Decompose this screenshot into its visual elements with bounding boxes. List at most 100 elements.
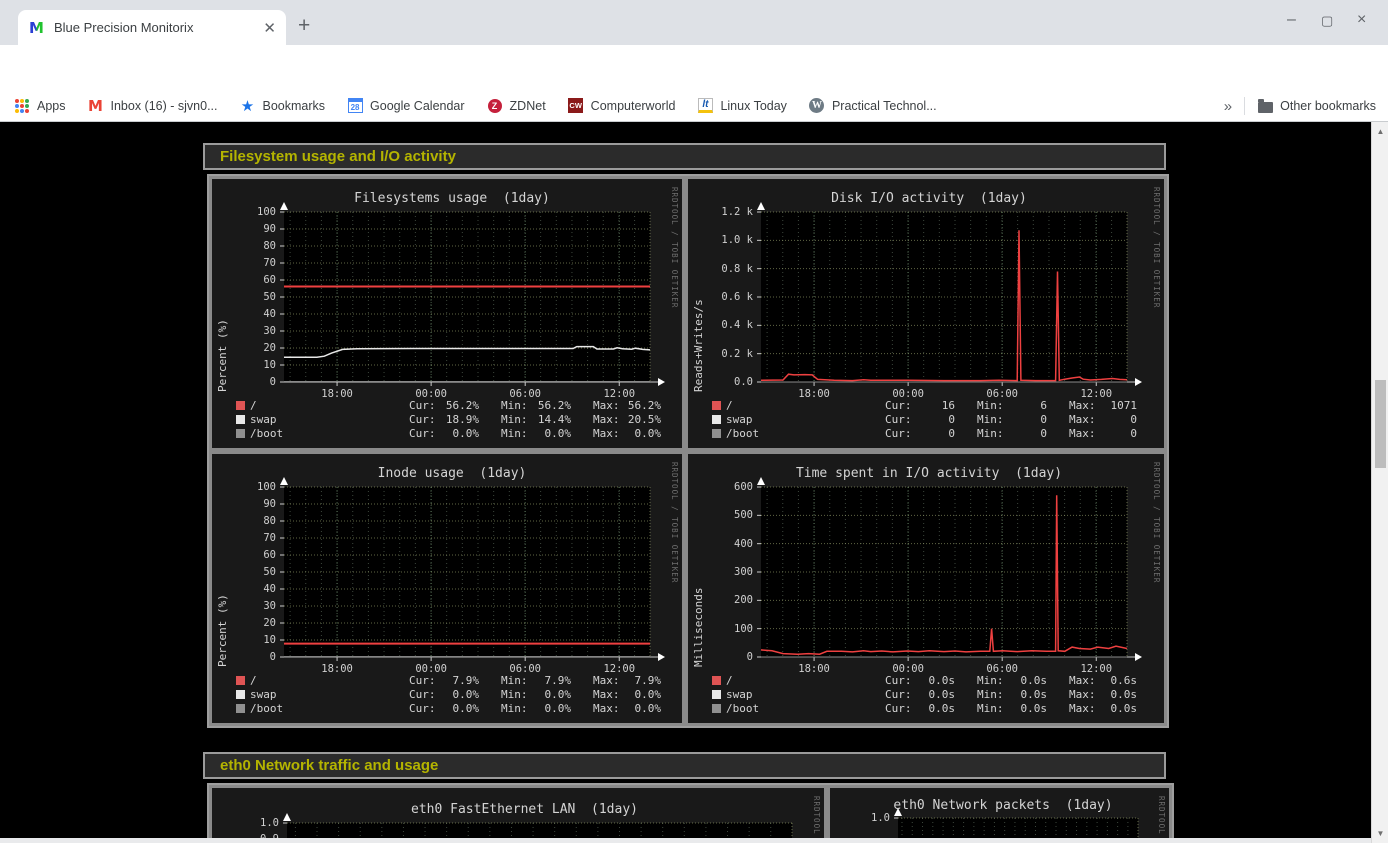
legend-swatch	[236, 429, 245, 438]
legend-name: swap	[250, 413, 277, 426]
tab-close-icon[interactable]: ✕	[263, 19, 276, 37]
y-tick-label: 0.2 k	[703, 348, 753, 360]
legend-max-value: 0.0s	[1081, 702, 1137, 715]
bookmark-zdnet[interactable]: Z ZDNet	[487, 98, 546, 114]
window-maximize-button[interactable]: ▢	[1321, 13, 1333, 29]
y-tick-label: 70	[226, 257, 276, 269]
y-tick-label: 20	[226, 342, 276, 354]
y-tick-label: 600	[703, 481, 753, 493]
y-tick-label: 90	[226, 223, 276, 235]
new-tab-button[interactable]: +	[298, 14, 310, 38]
scrollbar-thumb[interactable]	[1375, 380, 1386, 468]
x-tick-label: 18:00	[788, 663, 840, 675]
bookmark-label: Computerworld	[591, 99, 676, 113]
legend-max-value: 0.0s	[1081, 688, 1137, 701]
legend-cur-value: 0.0%	[421, 702, 479, 715]
legend-swatch	[236, 415, 245, 424]
bookmark-google-calendar[interactable]: 28 Google Calendar	[347, 98, 465, 114]
graph-eth0-lan[interactable]: eth0 FastEthernet LAN (1day)1.00.9RRDTOO…	[212, 788, 824, 843]
y-tick-label: 40	[226, 308, 276, 320]
bookmarks-overflow-chevron[interactable]: »	[1224, 98, 1232, 115]
legend-name: swap	[726, 688, 753, 701]
window-close-button[interactable]: ×	[1357, 11, 1366, 29]
graph-disk-io-activity[interactable]: Disk I/O activity (1day)Reads+Writes/s0.…	[688, 179, 1164, 448]
browser-tab[interactable]: M Blue Precision Monitorix ✕	[18, 10, 286, 45]
legend-min-value: 14.4%	[513, 413, 571, 426]
legend-cur-value: 0.0s	[897, 688, 955, 701]
legend-swatch	[236, 704, 245, 713]
x-tick-label: 18:00	[311, 663, 363, 675]
section-header-network: eth0 Network traffic and usage	[203, 752, 1166, 779]
graph-title: eth0 FastEthernet LAN (1day)	[227, 802, 822, 817]
y-tick-label: 30	[226, 600, 276, 612]
legend-cur-value: 7.9%	[421, 674, 479, 687]
legend-name: /boot	[726, 427, 759, 440]
other-bookmarks[interactable]: Other bookmarks	[1257, 98, 1376, 114]
bookmarks-divider	[1244, 97, 1245, 115]
legend-swatch	[236, 401, 245, 410]
y-tick-label: 80	[226, 240, 276, 252]
legend-name: /	[726, 674, 733, 687]
legend-swatch	[236, 676, 245, 685]
y-tick-label: 90	[226, 498, 276, 510]
y-axis-label: Milliseconds	[692, 497, 705, 667]
y-tick-label: 100	[703, 623, 753, 635]
y-tick-label: 300	[703, 566, 753, 578]
bookmark-label: Other bookmarks	[1280, 99, 1376, 113]
tab-title: Blue Precision Monitorix	[54, 20, 255, 35]
legend-min-value: 0.0%	[513, 688, 571, 701]
y-tick-label: 70	[226, 532, 276, 544]
bookmark-linux-today[interactable]: lt Linux Today	[697, 98, 787, 114]
rrdtool-watermark: RRDTOOL / TOBI OETIKER	[670, 462, 679, 583]
legend-name: /boot	[250, 427, 283, 440]
x-tick-label: 18:00	[311, 388, 363, 400]
y-tick-label: 1.2 k	[703, 206, 753, 218]
svg-text:M: M	[29, 19, 44, 36]
computerworld-icon: CW	[568, 98, 584, 114]
legend-min-value: 0.0s	[989, 688, 1047, 701]
y-tick-label: 1.0 k	[703, 234, 753, 246]
graph-time-spent-io[interactable]: Time spent in I/O activity (1day) Millise…	[688, 454, 1164, 723]
y-tick-label: 100	[226, 206, 276, 218]
page-scrollbar[interactable]: ▲ ▼	[1371, 122, 1388, 843]
y-tick-label: 60	[226, 274, 276, 286]
star-icon: ★	[240, 98, 256, 114]
graph-title: Time spent in I/O activity (1day)	[701, 466, 1157, 481]
legend-swatch	[712, 690, 721, 699]
legend-name: /	[250, 399, 257, 412]
y-tick-label: 50	[226, 291, 276, 303]
bookmark-computerworld[interactable]: CW Computerworld	[568, 98, 676, 114]
legend-cur-value: 0.0s	[897, 674, 955, 687]
gmail-icon: M	[88, 98, 104, 114]
monitorix-favicon-icon: M	[28, 19, 45, 36]
legend-max-value: 0.0%	[605, 702, 661, 715]
bookmark-label: Linux Today	[720, 99, 787, 113]
y-tick-label: 0.4 k	[703, 319, 753, 331]
scrollbar-up-arrow[interactable]: ▲	[1372, 127, 1388, 136]
legend-cur-value: 0.0s	[897, 702, 955, 715]
legend-swatch	[236, 690, 245, 699]
y-tick-label: 10	[226, 359, 276, 371]
graph-eth0-packets[interactable]: eth0 Network packets (1day)s/s1.0RRDTOOL…	[830, 788, 1169, 843]
legend-swatch	[712, 415, 721, 424]
bookmark-apps[interactable]: Apps	[14, 98, 66, 114]
legend-max-value: 0	[1081, 413, 1137, 426]
scrollbar-down-arrow[interactable]: ▼	[1372, 829, 1388, 838]
bookmark-inbox[interactable]: M Inbox (16) - sjvn0...	[88, 98, 218, 114]
rrdtool-watermark: RRDTOOL / TOBI OETIKER	[670, 187, 679, 308]
bookmark-bookmarks[interactable]: ★ Bookmarks	[240, 98, 326, 114]
window-minimize-button[interactable]: –	[1287, 11, 1296, 29]
graph-inode-usage[interactable]: Inode usage (1day)Percent (%)01020304050…	[212, 454, 682, 723]
y-tick-label: 100	[226, 481, 276, 493]
legend-swatch	[712, 429, 721, 438]
graph-filesystems-usage[interactable]: Filesystems usage (1day)Percent (%)01020…	[212, 179, 682, 448]
apps-grid-icon	[14, 98, 30, 114]
graph-title: Filesystems usage (1day)	[224, 191, 680, 206]
y-tick-label: 200	[703, 594, 753, 606]
y-tick-label: 500	[703, 509, 753, 521]
legend-max-value: 56.2%	[605, 399, 661, 412]
legend-name: /	[726, 399, 733, 412]
legend-cur-value: 0.0%	[421, 688, 479, 701]
rrdtool-watermark: RRDTOOL / TOBI OETIKER	[1152, 462, 1161, 583]
bookmark-practical-technology[interactable]: W Practical Technol...	[809, 98, 937, 114]
